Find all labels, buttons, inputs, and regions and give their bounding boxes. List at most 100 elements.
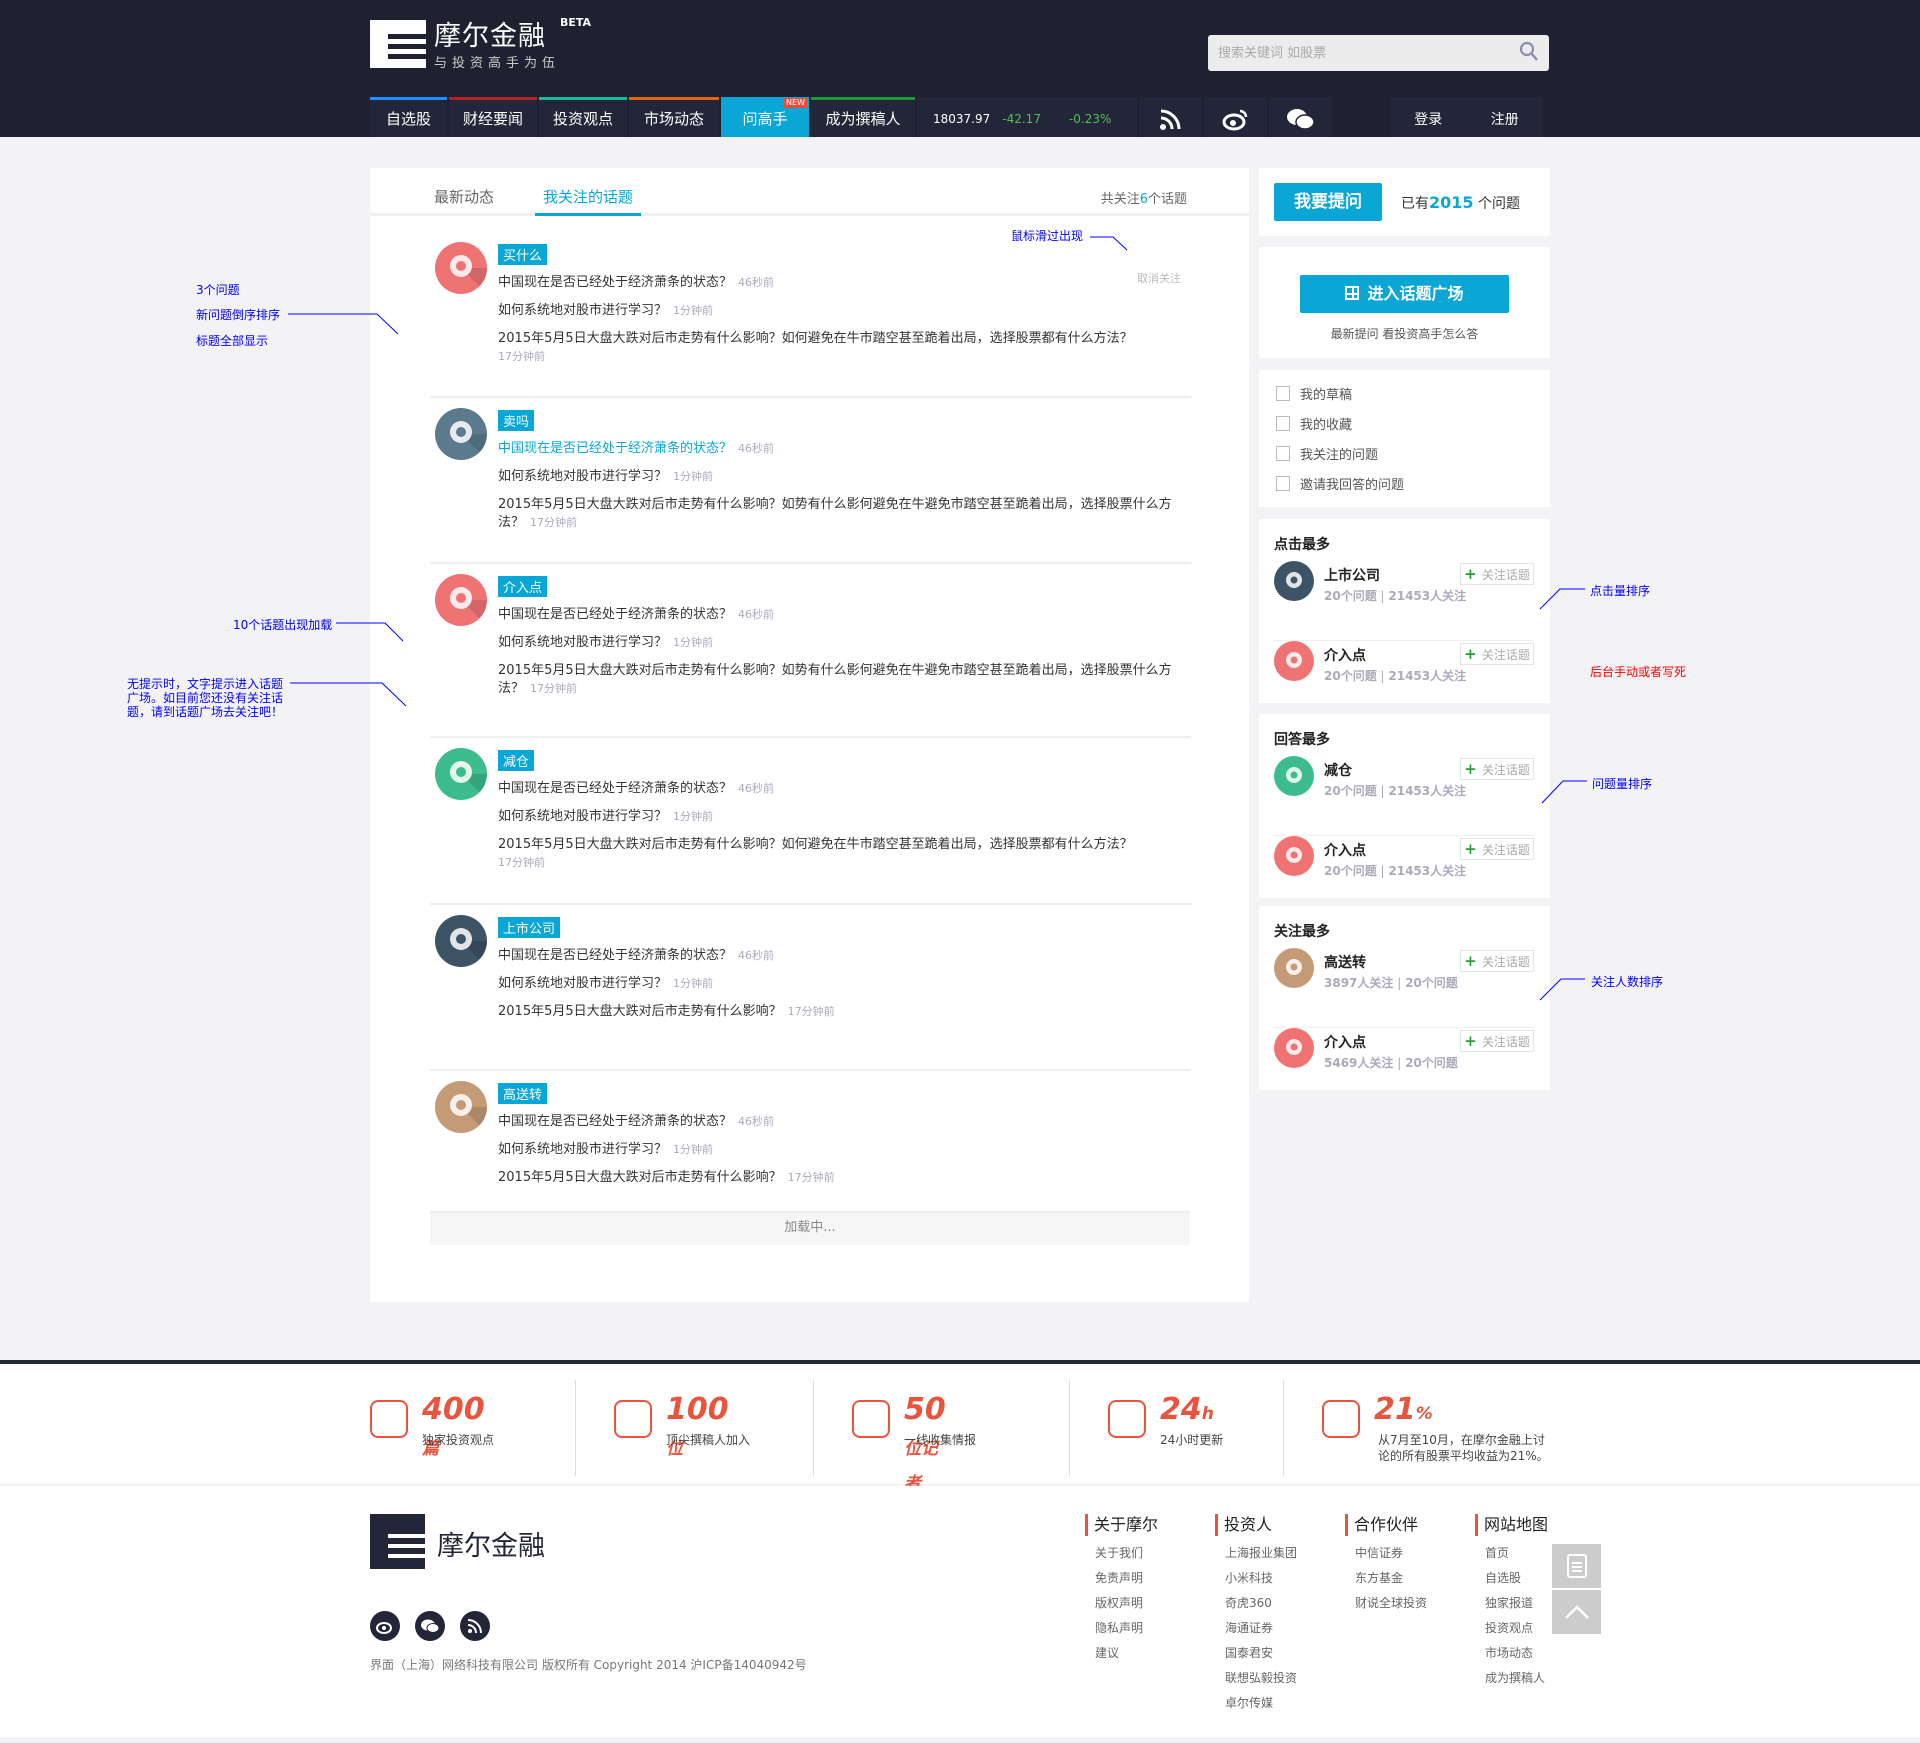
footer-link[interactable]: 首页 (1485, 1545, 1548, 1561)
unfollow-button[interactable]: 取消关注 (1137, 270, 1181, 286)
footer-link[interactable]: 隐私声明 (1095, 1620, 1158, 1636)
ranking-topic-name[interactable]: 上市公司 (1324, 565, 1380, 585)
follow-topic-button[interactable]: + 关注话题 (1460, 758, 1534, 780)
weibo-icon[interactable] (370, 1611, 400, 1641)
topic-tag[interactable]: 买什么 (498, 244, 548, 265)
topic-avatar-icon[interactable] (1274, 561, 1314, 601)
follow-topic-button[interactable]: + 关注话题 (1460, 838, 1534, 860)
back-to-top-icon[interactable] (1552, 1590, 1601, 1634)
ranking-topic-name[interactable]: 介入点 (1324, 840, 1366, 860)
question-link[interactable]: 中国现在是否已经处于经济萧条的状态？ 46秒前 (498, 1113, 1188, 1131)
topic-avatar-icon[interactable] (1274, 756, 1314, 796)
footer-link[interactable]: 免责声明 (1095, 1570, 1158, 1586)
ranking-topic-name[interactable]: 介入点 (1324, 645, 1366, 665)
coin-hand-icon[interactable] (435, 408, 487, 460)
topic-square-button[interactable]: 进入话题广场 (1300, 275, 1509, 313)
ranking-topic-name[interactable]: 减仓 (1324, 760, 1352, 780)
footer-link[interactable]: 奇虎360 (1225, 1595, 1297, 1611)
footer-link[interactable]: 联想弘毅投资 (1225, 1670, 1297, 1686)
footer-link[interactable]: 海通证券 (1225, 1620, 1297, 1636)
topic-tag[interactable]: 减仓 (498, 750, 535, 771)
wechat-icon[interactable] (1269, 97, 1332, 137)
search-icon[interactable] (1519, 41, 1539, 63)
question-link[interactable]: 2015年5月5日大盘大跌对后市走势有什么影响？如势有什么影何避免在牛避免市踏空… (498, 496, 1188, 532)
my-link-2[interactable]: 我关注的问题 (1276, 444, 1378, 463)
footer-link[interactable]: 版权声明 (1095, 1595, 1158, 1611)
question-link[interactable]: 如何系统地对股市进行学习？ 1分钟前 (498, 468, 1188, 486)
nav-item-2[interactable]: 投资观点 (539, 97, 627, 137)
footer-link[interactable]: 自选股 (1485, 1570, 1548, 1586)
footer-link[interactable]: 市场动态 (1485, 1645, 1548, 1661)
rss-icon[interactable] (1139, 97, 1202, 137)
question-link[interactable]: 如何系统地对股市进行学习？ 1分钟前 (498, 975, 1188, 993)
question-link[interactable]: 中国现在是否已经处于经济萧条的状态？ 46秒前 (498, 606, 1188, 624)
footer-link[interactable]: 中信证券 (1355, 1545, 1427, 1561)
topic-avatar-icon[interactable] (1274, 1028, 1314, 1068)
topic-tag[interactable]: 介入点 (498, 576, 548, 597)
footer-link[interactable]: 财说全球投资 (1355, 1595, 1427, 1611)
register-link[interactable]: 注册 (1491, 109, 1519, 129)
nav-item-4[interactable]: 问高手 NEW (721, 97, 809, 137)
footer-link[interactable]: 小米科技 (1225, 1570, 1297, 1586)
follow-topic-button[interactable]: + 关注话题 (1460, 563, 1534, 585)
footer-link[interactable]: 关于我们 (1095, 1545, 1158, 1561)
topic-tag[interactable]: 高送转 (498, 1083, 548, 1104)
question-link[interactable]: 2015年5月5日大盘大跌对后市走势有什么影响？如势有什么影何避免在牛避免市踏空… (498, 662, 1188, 698)
tab-latest[interactable]: 最新动态 (434, 186, 494, 207)
wechat-icon[interactable] (415, 1611, 445, 1641)
question-link[interactable]: 中国现在是否已经处于经济萧条的状态？ 46秒前 (498, 274, 1188, 292)
question-link[interactable]: 2015年5月5日大盘大跌对后市走势有什么影响？ 17分钟前 (498, 1169, 1188, 1187)
question-link[interactable]: 中国现在是否已经处于经济萧条的状态？ 46秒前 (498, 780, 1188, 798)
globe-icon[interactable] (435, 915, 487, 967)
logo-text[interactable]: 摩尔金融 (434, 14, 546, 53)
ranking-topic-name[interactable]: 高送转 (1324, 952, 1366, 972)
footer-link[interactable]: 卓尔传媒 (1225, 1695, 1297, 1711)
follow-topic-button[interactable]: + 关注话题 (1460, 643, 1534, 665)
question-link[interactable]: 2015年5月5日大盘大跌对后市走势有什么影响？如何避免在牛市踏空甚至跪着出局，… (498, 330, 1188, 366)
nav-item-3[interactable]: 市场动态 (629, 97, 719, 137)
search-input[interactable] (1208, 35, 1498, 71)
wallet-coins-icon[interactable] (435, 748, 487, 800)
ask-question-button[interactable]: 我要提问 (1274, 183, 1382, 221)
gear-cycle-icon[interactable] (435, 1081, 487, 1133)
login-link[interactable]: 登录 (1414, 109, 1442, 129)
topic-avatar-icon[interactable] (1274, 836, 1314, 876)
feedback-icon[interactable] (1552, 1544, 1601, 1588)
my-link-1[interactable]: 我的收藏 (1276, 414, 1352, 433)
question-link[interactable]: 2015年5月5日大盘大跌对后市走势有什么影响？ 17分钟前 (498, 1003, 1188, 1021)
footer-link[interactable]: 国泰君安 (1225, 1645, 1297, 1661)
topic-avatar-icon[interactable] (1274, 641, 1314, 681)
question-link[interactable]: 2015年5月5日大盘大跌对后市走势有什么影响？如何避免在牛市踏空甚至跪着出局，… (498, 836, 1188, 872)
topic-tag[interactable]: 卖吗 (498, 410, 535, 431)
location-dollar-icon[interactable] (435, 574, 487, 626)
my-link-0[interactable]: 我的草稿 (1276, 384, 1352, 403)
topic-avatar-icon[interactable] (1274, 948, 1314, 988)
footer-link[interactable]: 独家报道 (1485, 1595, 1548, 1611)
ranking-topic-name[interactable]: 介入点 (1324, 1032, 1366, 1052)
footer-link[interactable]: 上海报业集团 (1225, 1545, 1297, 1561)
question-link[interactable]: 中国现在是否已经处于经济萧条的状态？ 46秒前 (498, 947, 1188, 965)
tab-followed-topics[interactable]: 我关注的话题 (535, 186, 642, 216)
footer-link[interactable]: 投资观点 (1485, 1620, 1548, 1636)
weibo-icon[interactable] (1204, 97, 1267, 137)
my-link-3[interactable]: 邀请我回答的问题 (1276, 474, 1404, 493)
footer-link[interactable]: 东方基金 (1355, 1570, 1427, 1586)
footer-link[interactable]: 成为撰稿人 (1485, 1670, 1548, 1686)
footer-link[interactable]: 建议 (1095, 1645, 1158, 1661)
follow-topic-button[interactable]: + 关注话题 (1460, 950, 1534, 972)
buy-icon[interactable] (435, 242, 487, 294)
question-link[interactable]: 如何系统地对股市进行学习？ 1分钟前 (498, 808, 1188, 826)
logo-icon[interactable] (370, 14, 426, 68)
question-link[interactable]: 如何系统地对股市进行学习？ 1分钟前 (498, 302, 1188, 320)
question-link[interactable]: 如何系统地对股市进行学习？ 1分钟前 (498, 634, 1188, 652)
question-link[interactable]: 如何系统地对股市进行学习？ 1分钟前 (498, 1141, 1188, 1159)
index-ticker[interactable]: 18037.97 -42.17 -0.23% (917, 97, 1137, 137)
question-link[interactable]: 中国现在是否已经处于经济萧条的状态？ 46秒前 (498, 440, 1188, 458)
rss-icon[interactable] (460, 1611, 490, 1641)
nav-item-0[interactable]: 自选股 (370, 97, 447, 137)
topic-tag[interactable]: 上市公司 (498, 917, 561, 938)
nav-item-1[interactable]: 财经要闻 (449, 97, 537, 137)
nav-item-5[interactable]: 成为撰稿人 (811, 97, 915, 137)
follow-topic-button[interactable]: + 关注话题 (1460, 1030, 1534, 1052)
loading-more[interactable]: 加载中... (430, 1211, 1190, 1245)
